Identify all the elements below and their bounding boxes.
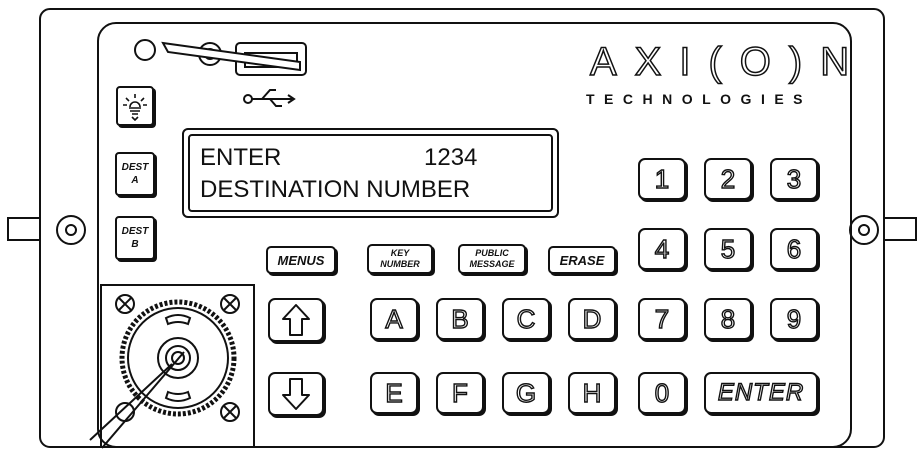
keypad-terminal: AXI(O)N TECHNOLOGIES DEST A DEST B ENTER… (0, 0, 924, 452)
key-switch-icon[interactable] (0, 0, 924, 452)
